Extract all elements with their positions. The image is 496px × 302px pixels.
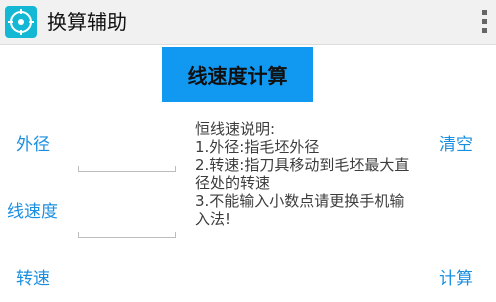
outer-diameter-label: 外径 [16,135,50,155]
linear-speed-label: 线速度 [7,202,58,222]
app-bar: 换算辅助 [0,0,496,45]
more-options-icon[interactable] [481,10,489,36]
compass-icon [5,6,37,38]
calculate-button[interactable]: 计算 [439,268,473,290]
app-title: 换算辅助 [47,10,127,34]
outer-diameter-input[interactable] [78,166,176,172]
rotation-speed-label: 转速 [16,269,50,289]
clear-button[interactable]: 清空 [439,134,473,156]
linear-speed-calc-button[interactable]: 线速度计算 [162,47,313,102]
linear-speed-input[interactable] [78,232,176,238]
description-text: 恒线速说明: 1.外径:指毛坯外径 2.转速:指刀具移动到毛坯最大直径处的转速 … [195,120,410,228]
